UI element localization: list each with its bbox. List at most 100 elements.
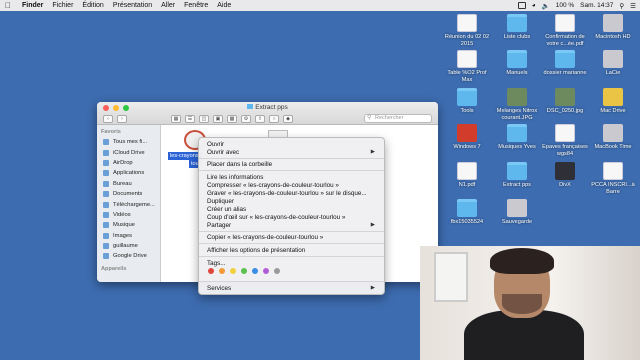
menu-item-open[interactable]: Ouvrir	[207, 141, 379, 148]
disk-icon	[603, 14, 623, 32]
screen-record-icon[interactable]	[517, 2, 526, 9]
tag-color-dot[interactable]	[252, 268, 258, 274]
menu-edition[interactable]: Édition	[82, 2, 103, 9]
tag-color-dot[interactable]	[230, 268, 236, 274]
search-placeholder: Rechercher	[375, 115, 404, 121]
menu-item-alias[interactable]: Créer un alias	[207, 206, 379, 213]
share-icon[interactable]: ⇧	[255, 114, 265, 123]
menu-fenetre[interactable]: Fenêtre	[184, 2, 208, 9]
menu-aide[interactable]: Aide	[217, 2, 231, 9]
menu-aller[interactable]: Aller	[161, 2, 175, 9]
desktop-icon[interactable]: Epaves françaises wgs84	[540, 124, 590, 157]
spotlight-icon[interactable]: ⚲	[619, 2, 624, 10]
desktop-icon-label: Tools	[460, 108, 474, 114]
sidebar-item-icon	[103, 159, 109, 166]
submenu-arrow-icon: ▶	[370, 222, 375, 228]
services-label: Services	[207, 285, 232, 292]
desktop-icon[interactable]: Mac Drive	[588, 88, 638, 115]
cover-flow-button[interactable]: ▣	[213, 114, 223, 123]
desktop-icon[interactable]: DivX	[540, 162, 590, 189]
sidebar-item-icon	[103, 201, 109, 208]
clock[interactable]: Sam. 14:37	[580, 2, 613, 9]
desktop-icon[interactable]: Liste clubs	[492, 14, 542, 41]
tag-color-dot[interactable]	[208, 268, 214, 274]
desktop-icon[interactable]: Table %O2 Prof Max	[442, 50, 492, 83]
notification-center-icon[interactable]: ☰	[630, 2, 636, 10]
action-gear-icon[interactable]: ⚙	[241, 114, 251, 123]
sidebar-item-label: iCloud Drive	[113, 149, 145, 156]
sidebar-item[interactable]: Tous mes fi...	[97, 137, 160, 147]
desktop-icon-label: Extract pps	[503, 182, 531, 188]
desktop-icon[interactable]: Melanges Nitrox courant.JPG	[492, 88, 542, 121]
sidebar-item[interactable]: Documents	[97, 189, 160, 199]
sidebar-item-label: Google Drive	[113, 253, 147, 260]
column-view-button[interactable]: ◫	[199, 114, 209, 123]
menu-item-quicklook[interactable]: Coup d'œil sur « les-crayons-de-couleur-…	[207, 214, 379, 221]
menu-item-duplicate[interactable]: Dupliquer	[207, 198, 379, 205]
list-view-button[interactable]: ☰	[185, 114, 195, 123]
desktop-icon[interactable]: Extract pps	[492, 162, 542, 189]
sidebar-item-icon	[103, 211, 109, 218]
desktop-icon[interactable]: dossier marianne	[540, 50, 590, 77]
sidebar-item[interactable]: AirDrop	[97, 158, 160, 168]
forward-button[interactable]: ›	[117, 114, 127, 123]
arrange-button[interactable]: ▩	[227, 114, 237, 123]
desktop-icon[interactable]: LaCie	[588, 50, 638, 77]
menu-item-compress[interactable]: Compresser « les-crayons-de-couleur-tour…	[207, 182, 379, 189]
menu-item-copy[interactable]: Copier « les-crayons-de-couleur-tourlou …	[207, 234, 379, 241]
desktop-icon[interactable]: PCCA INSCRI...à Barre	[588, 162, 638, 195]
sidebar-item[interactable]: iCloud Drive	[97, 147, 160, 157]
desktop-icon[interactable]: Confirmation de votre c...ée.pdf	[540, 14, 590, 47]
desktop-icon[interactable]: Musiques Yves	[492, 124, 542, 151]
menu-item-services[interactable]: Services ▶	[207, 285, 379, 292]
tag-color-dot[interactable]	[263, 268, 269, 274]
apple-menu-icon[interactable]: 	[5, 1, 15, 10]
icon-view-button[interactable]: ▦	[171, 114, 181, 123]
desktop-icon[interactable]: Manuels	[492, 50, 542, 77]
menu-item-get-info[interactable]: Lire les informations	[207, 174, 379, 181]
menu-item-view-options[interactable]: Afficher les options de présentation	[207, 247, 379, 254]
desktop-icon[interactable]: Réunion du 02 02 2015	[442, 14, 492, 47]
menu-item-burn[interactable]: Graver « les-crayons-de-couleur-tourlou …	[207, 190, 379, 197]
desktop-icon[interactable]: N1.pdf	[442, 162, 492, 189]
volume-icon[interactable]: 🔈	[542, 2, 550, 10]
sidebar-item[interactable]: Images	[97, 231, 160, 241]
search-field[interactable]: ⚲ Rechercher	[364, 114, 432, 123]
desktop-icon[interactable]: Windows 7	[442, 124, 492, 151]
desktop-icon[interactable]: Macintosh HD	[588, 14, 638, 41]
tag-color-dot[interactable]	[274, 268, 280, 274]
sidebar-item-icon	[103, 232, 109, 239]
desktop-icon[interactable]: fbx15035524	[442, 199, 492, 226]
sidebar-item[interactable]: Téléchargeme...	[97, 199, 160, 209]
sidebar-item-label: Images	[113, 232, 133, 239]
menu-item-open-with[interactable]: Ouvrir avec ▶	[207, 149, 379, 156]
desktop-icon[interactable]: Sauvegarde	[492, 199, 542, 226]
menu-item-trash[interactable]: Placer dans la corbeille	[207, 161, 379, 168]
sidebar-item[interactable]: Musique	[97, 220, 160, 230]
desktop-icon[interactable]: DSC_0250.jpg	[540, 88, 590, 115]
dropbox-icon[interactable]: ◆	[283, 114, 293, 123]
menu-item-share[interactable]: Partager ▶	[207, 222, 379, 229]
back-button[interactable]: ‹	[103, 114, 113, 123]
menu-app-finder[interactable]: Finder	[22, 2, 43, 9]
sidebar-item[interactable]: Vidéos	[97, 210, 160, 220]
tag-color-dot[interactable]	[241, 268, 247, 274]
sidebar-item[interactable]: Applications	[97, 168, 160, 178]
folder-icon	[507, 14, 527, 32]
wifi-icon[interactable]: ◕	[532, 2, 536, 9]
sidebar-item[interactable]: Google Drive	[97, 251, 160, 261]
sidebar-item[interactable]: Bureau	[97, 179, 160, 189]
desktop-icon[interactable]: Tools	[442, 88, 492, 115]
menu-item-tags[interactable]: Tags...	[207, 260, 379, 267]
desktop-icon[interactable]: MacBook Time	[588, 124, 638, 151]
menu-fichier[interactable]: Fichier	[52, 2, 73, 9]
sidebar-item[interactable]: guillaume	[97, 241, 160, 251]
battery-level[interactable]: 100 %	[556, 2, 574, 9]
tag-icon[interactable]: ○	[269, 114, 279, 123]
sidebar-item-label: Vidéos	[113, 211, 131, 218]
desktop-icon-label: Liste clubs	[503, 34, 531, 40]
disk-icon	[507, 199, 527, 217]
menu-presentation[interactable]: Présentation	[113, 2, 152, 9]
tag-color-dot[interactable]	[219, 268, 225, 274]
window-titlebar[interactable]: Extract pps ‹ › ▦ ☰ ◫ ▣ ▩ ⚙ ⇧ ○ ◆ ⚲ Rech…	[97, 102, 438, 125]
